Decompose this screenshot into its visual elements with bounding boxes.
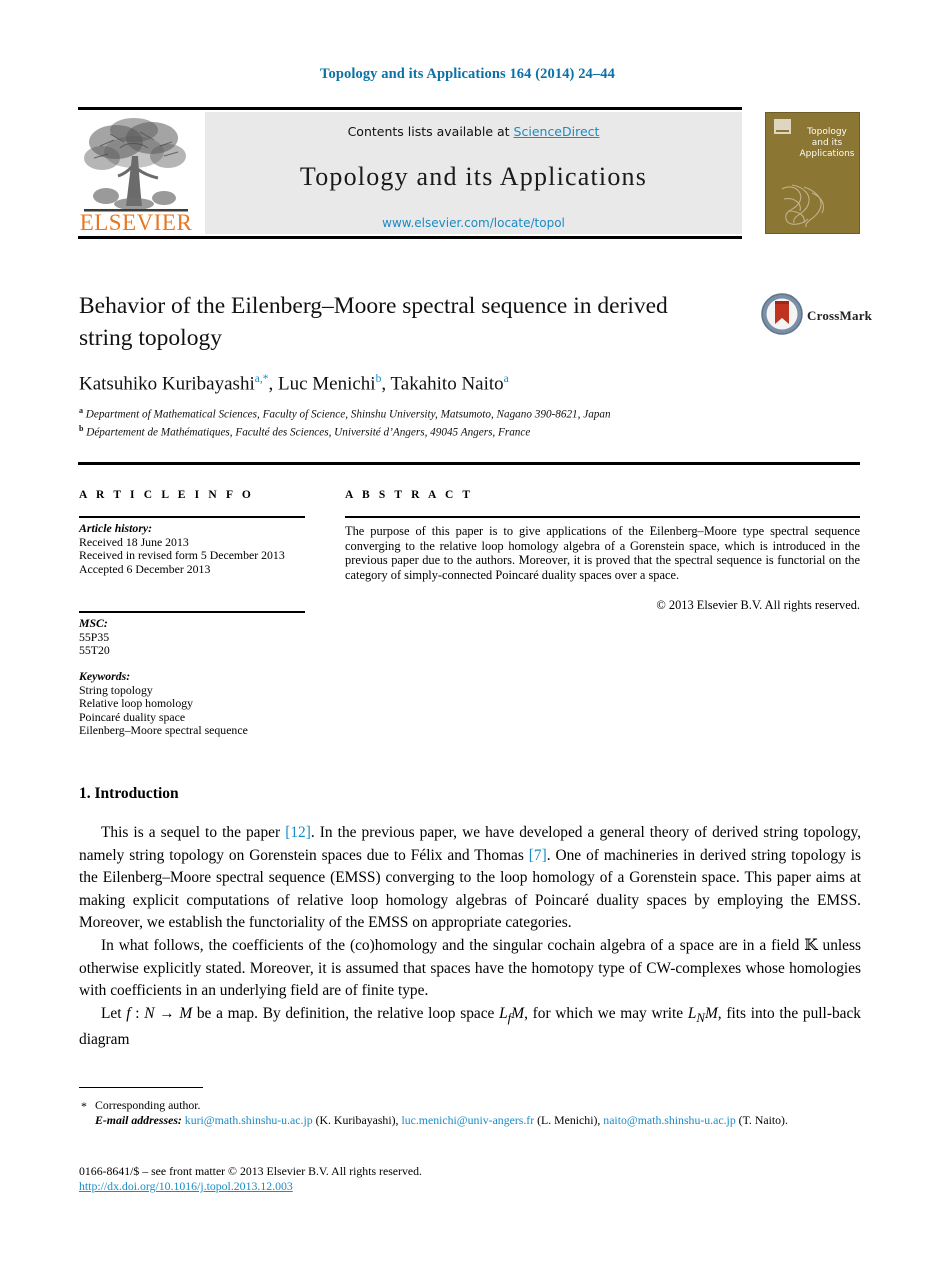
affiliation-b: b Département de Mathématiques, Faculté … — [79, 422, 779, 440]
msc-item: 55T20 — [79, 643, 110, 658]
journal-article-page: Topology and its Applications 164 (2014)… — [0, 0, 935, 1266]
keyword-item: String topology — [79, 682, 153, 697]
masthead-bottom-rule — [78, 236, 742, 239]
sciencedirect-link[interactable]: ScienceDirect — [514, 124, 600, 139]
cover-title-text: Topology and its Applications — [796, 127, 858, 160]
keyword-item: Eilenberg–Moore spectral sequence — [79, 723, 248, 738]
crossmark-icon — [761, 293, 803, 335]
section-heading-introduction: 1. Introduction — [79, 785, 179, 802]
affiliation-b-text: Département de Mathématiques, Faculté de… — [86, 426, 531, 439]
corresponding-author-note: * Corresponding author. — [79, 1098, 861, 1113]
abstract-section-top-rule — [78, 462, 860, 465]
article-history-label: Article history: — [79, 521, 153, 535]
keyword-item: Relative loop homology — [79, 696, 194, 711]
introduction-body: This is a sequel to the paper [12]. In t… — [79, 822, 861, 1052]
svg-text:ELSEVIER: ELSEVIER — [80, 210, 192, 234]
author-list: Katsuhiko Kuribayashia,*, Luc Menichib, … — [79, 373, 509, 395]
cover-title-line-1: Topology — [807, 127, 847, 137]
abstract-rule-top — [345, 516, 860, 518]
paragraph: In what follows, the coefficients of the… — [79, 936, 861, 1000]
msc-item: 55P35 — [79, 629, 110, 644]
abstract-copyright: © 2013 Elsevier B.V. All rights reserved… — [656, 598, 860, 612]
abstract-text: The purpose of this paper is to give app… — [345, 524, 860, 582]
article-history-block: Article history: Received 18 June 2013 R… — [79, 521, 309, 576]
msc-block: MSC: 55P35 55T20 — [79, 616, 309, 658]
affiliation-marker-b: b — [79, 424, 84, 434]
front-matter-line: 0166-8641/$ – see front matter © 2013 El… — [79, 1164, 422, 1178]
crossmark-label: CrossMark — [807, 308, 873, 323]
article-info-heading: A R T I C L E I N F O — [79, 489, 254, 501]
keywords-label: Keywords: — [79, 669, 131, 683]
affiliation-marker-a: a — [79, 406, 83, 415]
journal-homepage-link[interactable]: www.elsevier.com/locate/topol — [205, 216, 742, 230]
abstract-heading: A B S T R A C T — [345, 489, 474, 501]
article-history-item: Received 18 June 2013 — [79, 534, 189, 549]
journal-cover-thumbnail: Topology and its Applications — [765, 112, 860, 234]
email-addresses-note: E-mail addresses: kuri@math.shinshu-u.ac… — [79, 1113, 861, 1128]
elsevier-logo: ELSEVIER — [80, 112, 192, 234]
corresponding-author-marker: * — [81, 1099, 87, 1113]
article-info-rule-bottom — [79, 611, 305, 613]
affiliation-a-text: Department of Mathematical Sciences, Fac… — [85, 408, 611, 421]
article-history-item: Received in revised form 5 December 2013 — [79, 548, 285, 563]
footnote-block: * Corresponding author. E-mail addresses:… — [79, 1098, 861, 1128]
keywords-block: Keywords: String topology Relative loop … — [79, 669, 329, 738]
contents-prefix-text: Contents lists available at — [347, 124, 514, 139]
cover-title-line-3: Applications — [799, 149, 855, 159]
cover-title-line-2: and its — [811, 138, 843, 148]
affiliation-list: a Department of Mathematical Sciences, F… — [79, 404, 779, 440]
page-title: Behavior of the Eilenberg–Moore spectral… — [79, 293, 668, 351]
article-history-item: Accepted 6 December 2013 — [79, 561, 211, 576]
paragraph: This is a sequel to the paper [12]. In t… — [79, 824, 861, 932]
keyword-item: Poincaré duality space — [79, 709, 186, 724]
corresponding-author-text: Corresponding author. — [95, 1098, 201, 1112]
email-addresses-label: E-mail addresses: — [95, 1113, 182, 1127]
article-info-rule-top — [79, 516, 305, 518]
paragraph: Let f : N → M be a map. By definition, t… — [79, 1004, 861, 1049]
journal-title: Topology and its Applications — [299, 162, 648, 191]
footnote-separator-rule — [79, 1087, 203, 1089]
cover-artwork — [781, 184, 825, 228]
contents-banner: Contents lists available at ScienceDirec… — [205, 112, 742, 234]
email-addresses-list[interactable]: kuri@math.shinshu-u.ac.jp (K. Kuribayash… — [185, 1113, 788, 1127]
running-head: Topology and its Applications 164 (2014)… — [320, 66, 615, 82]
doi-link[interactable]: http://dx.doi.org/10.1016/j.topol.2013.1… — [79, 1179, 679, 1194]
masthead-top-rule — [78, 107, 742, 110]
contents-available-line: Contents lists available at ScienceDirec… — [205, 124, 742, 139]
affiliation-a: a Department of Mathematical Sciences, F… — [79, 404, 779, 422]
cover-elsevier-mark-icon — [774, 119, 791, 134]
msc-label: MSC: — [79, 616, 108, 630]
crossmark-badge[interactable]: CrossMark — [760, 292, 872, 342]
